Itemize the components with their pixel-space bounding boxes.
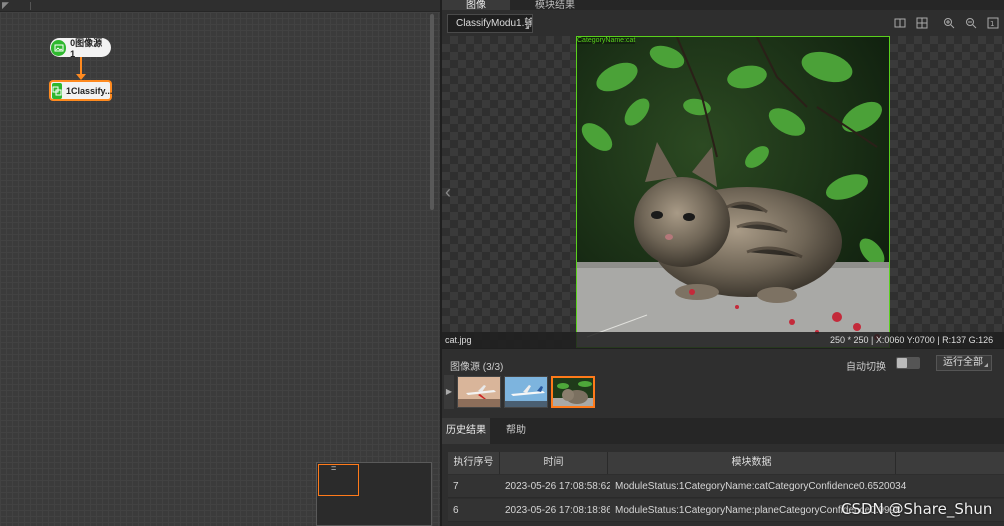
cat-photo-illustration [577, 37, 889, 347]
tab-history-results[interactable]: 历史结果 [442, 418, 490, 444]
tab-module-results[interactable]: 模块结果 [520, 0, 590, 11]
cat-thumbnail[interactable] [551, 376, 595, 408]
canvas-scrollbar[interactable] [430, 14, 434, 210]
auto-switch-toggle[interactable] [896, 357, 920, 369]
dropdown-caret-icon [984, 363, 988, 367]
classification-overlay-label: CategoryName:cat [577, 37, 636, 44]
chevron-left-icon[interactable]: ‹ [445, 182, 451, 203]
image-source-title: 图像源 (3/3) [450, 362, 504, 373]
image-viewer[interactable]: ‹ CategoryName:cat cat.jpg 250 * 250 | X… [442, 36, 1004, 348]
connector-line [80, 57, 82, 75]
cell-index: 7 [453, 481, 459, 492]
auto-switch-label: 自动切换 [846, 362, 886, 373]
cell-time: 2023-05-26 17:08:18:860 [505, 505, 610, 516]
history-tabs: 历史结果 帮助 [442, 418, 1004, 444]
table-header: 执行序号 时间 模块数据 [448, 452, 1004, 474]
view-tabs: 图像 模块结果 [442, 0, 1004, 11]
thumbnail-strip: ▶ [444, 375, 1004, 411]
module-output-select[interactable]: ClassifyModu1.输 [447, 14, 533, 33]
toggle-knob [897, 358, 907, 368]
svg-text:1: 1 [990, 20, 994, 28]
topbar-separator [30, 2, 31, 10]
image-toolbar: ClassifyModu1.输 1 [442, 10, 1004, 36]
run-all-button[interactable]: 运行全部 [936, 355, 992, 371]
layout-grid-icon[interactable] [916, 17, 928, 29]
minimap-handle-icon: = [331, 463, 337, 473]
node-label: 0图像源1 [70, 38, 103, 59]
minimap-viewport[interactable]: = [318, 463, 359, 496]
fit-window-icon[interactable]: 1 [987, 17, 999, 29]
dropdown-caret-icon [525, 25, 529, 29]
classify-icon [52, 82, 62, 99]
canvas-topbar: ◤ [0, 0, 440, 12]
viewer-status-bar: cat.jpg 250 * 250 | X:0060 Y:0700 | R:13… [442, 332, 1004, 348]
minimap[interactable]: = [316, 462, 432, 526]
table-row[interactable]: 7 2023-05-26 17:08:58:626 ModuleStatus:1… [448, 475, 1004, 498]
layout-single-icon[interactable] [894, 17, 906, 29]
module-output-value: ClassifyModu1.输 [456, 18, 533, 29]
watermark: CSDN @Share_Shun [841, 500, 993, 518]
tab-image[interactable]: 图像 [442, 0, 510, 11]
zoom-in-icon[interactable] [943, 17, 955, 29]
resize-corner-icon: ◤ [2, 0, 9, 10]
plane-thumbnail-1[interactable] [457, 376, 501, 408]
cell-index: 6 [453, 505, 459, 516]
column-header-time[interactable]: 时间 [500, 452, 608, 474]
result-image: CategoryName:cat [576, 36, 890, 348]
right-panel: 图像 模块结果 ClassifyModu1.输 1 ‹ CategoryName… [442, 0, 1004, 526]
column-header-module-data[interactable]: 模块数据 [608, 452, 896, 474]
classify-node[interactable]: 1Classify... [50, 81, 113, 100]
zoom-out-icon[interactable] [965, 17, 977, 29]
pixel-info: 250 * 250 | X:0060 Y:0700 | R:137 G:126 [830, 335, 994, 345]
column-header-index[interactable]: 执行序号 [448, 452, 500, 474]
tab-help[interactable]: 帮助 [504, 418, 528, 444]
flow-canvas[interactable]: ◤ 0图像源1 1Classify... = [0, 0, 440, 526]
image-source-bar: 图像源 (3/3) 自动切换 运行全部 ▶ [442, 348, 1004, 418]
expand-arrow-icon[interactable]: ▶ [444, 375, 454, 409]
cell-module-data: ModuleStatus:1CategoryName:catCategoryCo… [615, 481, 907, 492]
image-source-node[interactable]: 0图像源1 [50, 38, 111, 59]
plane-thumbnail-2[interactable] [504, 376, 548, 408]
cell-time: 2023-05-26 17:08:58:626 [505, 481, 610, 492]
image-icon [51, 39, 67, 56]
node-label: 1Classify... [66, 85, 113, 96]
image-filename: cat.jpg [445, 335, 472, 345]
connector-arrow [76, 74, 86, 80]
run-all-label: 运行全部 [943, 357, 983, 368]
